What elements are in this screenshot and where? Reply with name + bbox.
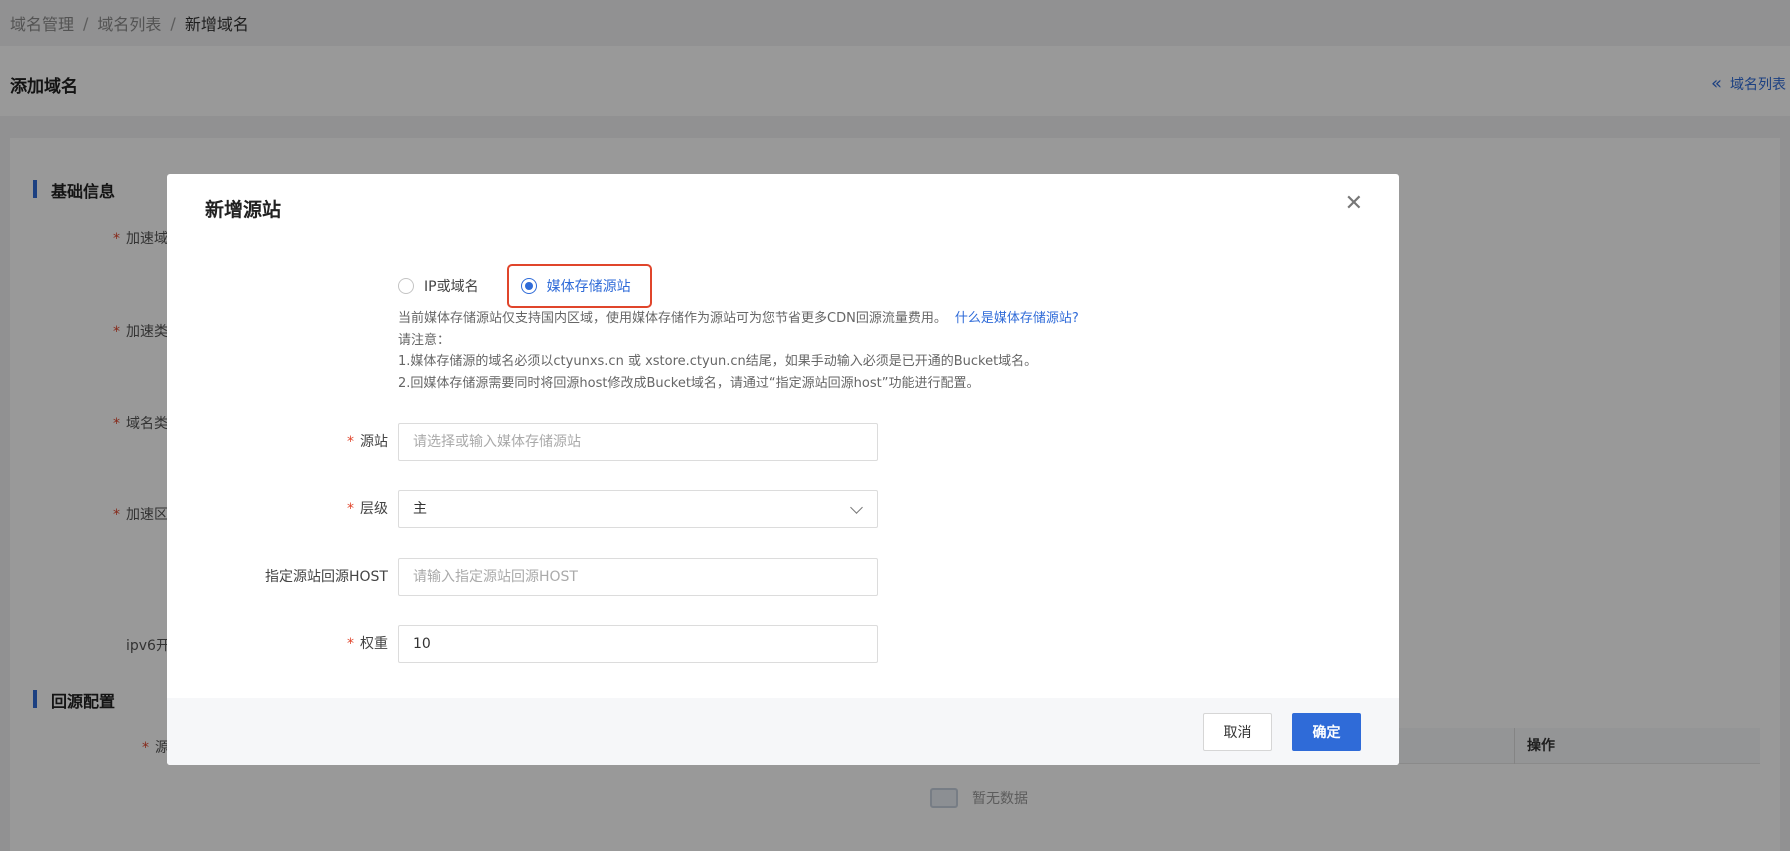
add-origin-modal: 新增源站 ✕ IP或域名 媒体存储源站 当前媒体存储源站仅支持国内区域，使用媒体… xyxy=(167,174,1399,765)
field-label-origin-site: * 源站 xyxy=(347,434,388,450)
origin-host-input[interactable] xyxy=(398,558,878,596)
radio-circle xyxy=(398,278,414,294)
field-label-origin-host: 指定源站回源HOST xyxy=(265,569,388,585)
radio-ip-or-domain[interactable]: IP或域名 xyxy=(398,276,479,296)
weight-input[interactable] xyxy=(398,625,878,663)
note-line-1: 当前媒体存储源站仅支持国内区域，使用媒体存储作为源站可为您节省更多CDN回源流量… xyxy=(398,311,947,326)
note-line-3: 1.媒体存储源的域名必须以ctyunxs.cn 或 xstore.ctyun.c… xyxy=(398,354,1038,369)
radio-label: IP或域名 xyxy=(424,279,479,295)
origin-site-input[interactable] xyxy=(398,423,878,461)
cancel-button[interactable]: 取消 xyxy=(1203,713,1272,751)
confirm-button[interactable]: 确定 xyxy=(1292,713,1361,751)
origin-type-radio-group: IP或域名 媒体存储源站 xyxy=(398,276,631,296)
note-line-4: 2.回媒体存储源需要同时将回源host修改成Bucket域名，请通过“指定源站回… xyxy=(398,375,980,391)
note-line-2: 请注意： xyxy=(398,332,451,348)
what-is-media-storage-link[interactable]: 什么是媒体存储源站? xyxy=(955,311,1079,326)
chevron-down-icon xyxy=(850,501,863,514)
radio-label: 媒体存储源站 xyxy=(546,279,631,295)
modal-footer: 取消 确定 xyxy=(167,698,1399,765)
level-select-value: 主 xyxy=(413,501,427,517)
level-select[interactable]: 主 xyxy=(398,490,878,528)
radio-media-storage-origin[interactable]: 媒体存储源站 xyxy=(520,276,631,296)
form-row-host: 指定源站回源HOST xyxy=(167,558,1399,596)
form-row-weight: * 权重 xyxy=(167,625,1399,663)
form-row-level: * 层级 主 xyxy=(167,490,1399,528)
modal-title: 新增源站 xyxy=(205,199,282,221)
field-label-level: * 层级 xyxy=(347,501,388,517)
origin-notes: 当前媒体存储源站仅支持国内区域，使用媒体存储作为源站可为您节省更多CDN回源流量… xyxy=(398,308,1079,394)
radio-circle-checked xyxy=(520,278,537,294)
form-row-origin: * 源站 xyxy=(167,423,1399,461)
field-label-weight: * 权重 xyxy=(347,636,388,652)
close-icon[interactable]: ✕ xyxy=(1345,192,1363,216)
